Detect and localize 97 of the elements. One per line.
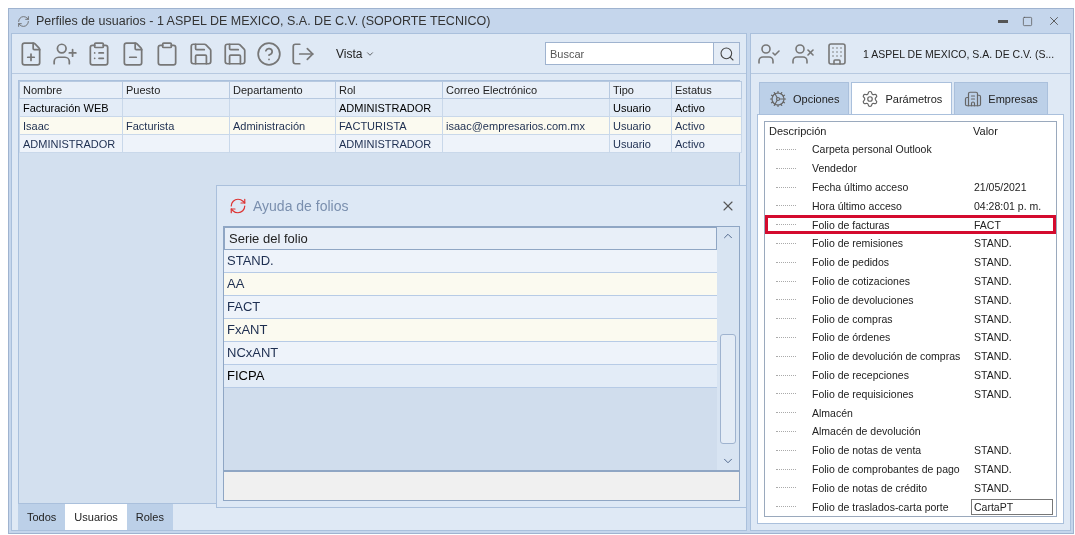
save-icon [188, 40, 214, 67]
parameter-name[interactable]: Folio de pedidos [812, 256, 971, 269]
parameter-value: STAND. [973, 255, 1013, 271]
user-list-icon [86, 40, 112, 67]
dialog-title: Ayuda de folios [253, 198, 350, 214]
parameter-name[interactable]: Folio de facturas [812, 218, 971, 231]
exit-button[interactable] [290, 40, 316, 67]
search-icon [718, 45, 735, 62]
search-field[interactable]: Buscar [545, 42, 714, 66]
new-file-button[interactable] [18, 40, 44, 67]
column-header[interactable]: Tipo [609, 81, 672, 99]
parameter-name[interactable]: Folio de cotizaciones [812, 275, 971, 288]
save-icon [222, 40, 248, 67]
parameter-value: STAND. [973, 386, 1013, 402]
save-button[interactable] [222, 40, 248, 67]
parameter-value: STAND. [973, 349, 1013, 365]
gears-icon [769, 89, 787, 108]
parameter-name[interactable]: Almacén [812, 406, 971, 419]
column-header[interactable]: Puesto [122, 81, 230, 99]
column-header[interactable]: Nombre [19, 81, 123, 99]
user-list-button[interactable] [86, 40, 112, 67]
parameter-value: STAND. [973, 443, 1013, 459]
delete-user-button[interactable] [791, 41, 815, 66]
parameter-name[interactable]: Carpeta personal Outlook [812, 143, 971, 156]
column-header[interactable]: Rol [335, 81, 443, 99]
parameter-value: STAND. [973, 236, 1013, 252]
parameter-value: STAND. [973, 330, 1013, 346]
list-item[interactable]: AA [224, 273, 717, 296]
list-item[interactable]: FACT [224, 296, 717, 319]
parameter-name[interactable]: Folio de devoluciones [812, 293, 971, 306]
clipboard-button[interactable] [154, 40, 180, 67]
list-item[interactable]: NCxANT [224, 342, 717, 365]
help-button[interactable] [256, 40, 282, 67]
column-header: Descripción [769, 125, 828, 138]
view-menu[interactable]: Vista [330, 45, 382, 62]
company-button[interactable] [825, 41, 849, 66]
tab[interactable]: Usuarios [65, 504, 127, 530]
parameter-name[interactable]: Folio de traslados-carta porte [812, 500, 971, 513]
user-check-icon [757, 41, 781, 66]
refresh-icon [229, 197, 247, 215]
tab[interactable]: Parámetros [851, 82, 953, 115]
save-user-button[interactable] [757, 41, 781, 66]
parameter-name[interactable]: Folio de compras [812, 312, 971, 325]
parameter-value: STAND. [973, 462, 1013, 477]
parameter-name[interactable]: Folio de recepciones [812, 369, 971, 381]
parameter-name[interactable]: Folio de notas de venta [812, 444, 971, 457]
column-header[interactable]: Correo Electrónico [442, 81, 610, 99]
tab[interactable]: Roles [126, 504, 173, 530]
search-button[interactable] [714, 42, 740, 66]
list-item[interactable]: FICPA [224, 365, 717, 388]
parameter-name[interactable]: Folio de órdenes [812, 331, 971, 344]
parameter-name[interactable]: Folio de requisiciones [812, 387, 971, 400]
parameter-value: STAND. [973, 292, 1013, 308]
parameter-name[interactable]: Folio de notas de crédito [812, 481, 971, 494]
window-title: Perfiles de usuarios - 1 ASPEL DE MEXICO, S.A. DE C.V. (SOPORTE TECNICO) [36, 14, 492, 29]
parameter-name[interactable]: Vendedor [812, 162, 971, 175]
remove-file-icon [120, 40, 146, 67]
column-header: Serie del folio [224, 227, 717, 250]
parameter-value: STAND. [973, 274, 1013, 290]
add-user-icon [52, 40, 78, 67]
parameter-name[interactable]: Folio de devolución de compras [812, 350, 971, 363]
parameter-name[interactable]: Almacén de devolución [812, 425, 971, 438]
add-user-button[interactable] [52, 40, 78, 67]
value-input[interactable]: CartaPT [971, 498, 1053, 515]
clipboard-icon [154, 40, 180, 67]
parameter-value: FACT [973, 217, 1002, 233]
parameter-name[interactable]: Fecha último acceso [812, 181, 971, 194]
user-remove-icon [791, 41, 815, 66]
save-button[interactable] [188, 40, 214, 67]
parameter-name[interactable]: Hora último acceso [812, 199, 971, 212]
tab[interactable]: Empresas [954, 82, 1048, 115]
app-icon [17, 14, 30, 28]
building-icon [964, 89, 983, 108]
column-header: Valor [972, 124, 999, 140]
gear-icon [861, 89, 880, 108]
parameter-value: STAND. [973, 311, 1013, 327]
remove-file-button[interactable] [120, 40, 146, 67]
minimize-icon [998, 19, 1008, 23]
list-item[interactable]: FxANT [224, 319, 717, 342]
exit-icon [290, 40, 316, 67]
column-header[interactable]: Departamento [229, 81, 336, 99]
new-file-icon [18, 40, 44, 67]
column-header[interactable]: Estatus [671, 81, 742, 99]
parameter-value: STAND. [973, 480, 1013, 496]
parameter-value: 04:28:01 p. m. [973, 198, 1043, 214]
company-name: 1 ASPEL DE MEXICO, S.A. DE C.V. (S... [863, 47, 1055, 60]
list-item[interactable]: STAND. [224, 250, 717, 273]
parameter-value: STAND. [973, 368, 1013, 384]
building-icon [825, 41, 849, 66]
parameter-name[interactable]: Folio de remisiones [812, 237, 971, 250]
parameter-name[interactable]: Folio de comprobantes de pago [812, 463, 971, 475]
parameter-value: 21/05/2021 [973, 180, 1028, 196]
help-icon [256, 40, 282, 67]
scrollbar[interactable] [717, 227, 739, 470]
tab[interactable]: Opciones [759, 82, 850, 115]
tab[interactable]: Todos [18, 504, 66, 530]
maximize-icon [1022, 15, 1033, 27]
